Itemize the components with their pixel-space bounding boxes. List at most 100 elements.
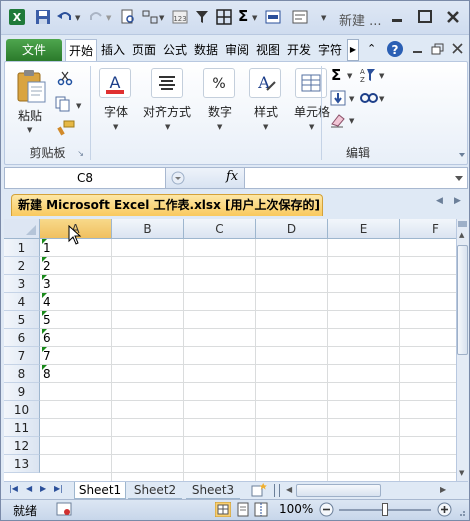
clear-dropdown-icon[interactable]: ▼ xyxy=(349,117,354,125)
clear-icon[interactable] xyxy=(329,112,347,128)
zoom-in-icon[interactable] xyxy=(437,502,452,517)
zoom-out-icon[interactable] xyxy=(319,502,334,517)
page-break-view-icon[interactable] xyxy=(253,502,269,517)
save-icon[interactable] xyxy=(34,8,52,26)
tab-review[interactable]: 审阅 xyxy=(222,39,252,61)
row-header-3[interactable]: 3 xyxy=(4,275,40,293)
excel-logo-icon[interactable]: X xyxy=(8,8,26,26)
cell-a6[interactable]: 6 xyxy=(42,329,112,347)
normal-view-icon[interactable] xyxy=(215,502,231,517)
customize-qat-icon[interactable]: ▼ xyxy=(321,14,326,22)
undo-dropdown-icon[interactable]: ▼ xyxy=(75,14,80,22)
filter-icon[interactable] xyxy=(194,8,212,26)
alignment-group[interactable]: 对齐方式 ▼ xyxy=(139,62,197,164)
next-sheet-icon[interactable]: ▶ xyxy=(40,484,46,493)
fill-icon[interactable] xyxy=(329,89,347,107)
copy-dropdown-icon[interactable]: ▼ xyxy=(76,102,81,110)
tab-file[interactable]: 文件 xyxy=(6,39,62,61)
scroll-down-icon[interactable]: ▼ xyxy=(459,469,464,477)
macro-record-icon[interactable] xyxy=(56,502,72,517)
vertical-scroll-thumb[interactable] xyxy=(457,245,468,355)
row-header-1[interactable]: 1 xyxy=(4,239,40,257)
help-icon[interactable]: ? xyxy=(386,40,404,58)
formula-input[interactable] xyxy=(246,168,446,188)
collapse-ribbon-icon[interactable]: ⌃ xyxy=(367,42,376,55)
column-header-e[interactable]: E xyxy=(328,219,400,239)
row-header-7[interactable]: 7 xyxy=(4,347,40,365)
workbook-tab[interactable]: 新建 Microsoft Excel 工作表.xlsx [用户上次保存的] xyxy=(11,194,323,216)
cell-a8[interactable]: 8 xyxy=(42,365,112,383)
select-all-corner[interactable] xyxy=(4,219,40,239)
cell-a2[interactable]: 2 xyxy=(42,257,112,275)
find-dropdown-icon[interactable]: ▼ xyxy=(379,95,384,103)
prev-sheet-icon[interactable]: ◀ xyxy=(26,484,32,493)
page-layout-view-icon[interactable] xyxy=(235,502,251,517)
ribbon-expand-icon[interactable] xyxy=(457,150,467,160)
workbook-minimize-icon[interactable] xyxy=(411,42,425,56)
last-sheet-icon[interactable]: ▶| xyxy=(54,484,63,493)
row-header-4[interactable]: 4 xyxy=(4,293,40,311)
scroll-up-icon[interactable]: ▲ xyxy=(459,231,464,239)
split-box-icon[interactable] xyxy=(458,221,467,227)
format-painter-icon[interactable] xyxy=(57,120,75,136)
borders-icon[interactable] xyxy=(215,8,233,26)
row-header-9[interactable]: 9 xyxy=(4,383,40,401)
autosum-icon[interactable]: Σ xyxy=(238,7,248,25)
clipboard-launcher-icon[interactable]: ↘ xyxy=(77,149,84,158)
tab-insert[interactable]: 插入 xyxy=(98,39,128,61)
close-button[interactable] xyxy=(439,4,467,30)
row-header-11[interactable]: 11 xyxy=(4,419,40,437)
tab-view[interactable]: 视图 xyxy=(253,39,283,61)
horizontal-scroll-thumb[interactable] xyxy=(296,484,381,497)
row-header-5[interactable]: 5 xyxy=(4,311,40,329)
maximize-button[interactable] xyxy=(411,4,439,30)
cell-a4[interactable]: 4 xyxy=(42,293,112,311)
number-group[interactable]: % 数字 ▼ xyxy=(197,62,243,164)
dropdown-circle-icon[interactable] xyxy=(170,170,186,186)
paste-dropdown-icon[interactable]: ▼ xyxy=(27,126,32,134)
tab-data[interactable]: 数据 xyxy=(191,39,221,61)
scroll-right-icon[interactable]: ▶ xyxy=(440,485,446,494)
cell-a7[interactable]: 7 xyxy=(42,347,112,365)
vertical-scrollbar[interactable]: ▲ ▼ xyxy=(456,219,468,481)
minimize-button[interactable] xyxy=(383,4,411,30)
font-group[interactable]: A 字体 ▼ xyxy=(93,62,139,164)
undo-icon[interactable] xyxy=(56,8,74,26)
workbook-next-icon[interactable]: ▶ xyxy=(454,196,461,206)
scroll-left-icon[interactable]: ◀ xyxy=(286,485,292,494)
sort-dropdown-icon[interactable]: ▼ xyxy=(379,72,384,80)
calendar-icon[interactable]: 123 xyxy=(171,8,189,26)
zoom-level[interactable]: 100% xyxy=(279,502,313,516)
spreadsheet-grid[interactable]: A B C D E F 1 2 3 4 5 6 7 8 9 10 11 12 13 1 2 3 4 5 6 7 8 xyxy=(4,219,456,481)
tab-characters[interactable]: 字符 xyxy=(315,39,345,61)
row-header-13[interactable]: 13 xyxy=(4,455,40,473)
row-header-6[interactable]: 6 xyxy=(4,329,40,347)
cell-a5[interactable]: 5 xyxy=(42,311,112,329)
autosum-dropdown-icon[interactable]: ▼ xyxy=(252,14,257,22)
merge-cells-icon[interactable] xyxy=(264,8,282,26)
workbook-close-icon[interactable] xyxy=(451,42,465,56)
autosum-icon[interactable]: Σ xyxy=(331,66,341,84)
zoom-slider-thumb[interactable] xyxy=(382,503,388,516)
layout-dropdown-icon[interactable]: ▼ xyxy=(159,14,164,22)
insert-sheet-icon[interactable] xyxy=(250,483,268,498)
formula-expand-icon[interactable] xyxy=(453,172,465,184)
paste-button-label[interactable]: 粘贴 xyxy=(15,107,45,124)
copy-icon[interactable] xyxy=(55,96,73,112)
insert-function-icon[interactable]: fx xyxy=(226,169,238,184)
tab-developer[interactable]: 开发 xyxy=(284,39,314,61)
redo-icon[interactable] xyxy=(87,8,105,26)
redo-dropdown-icon[interactable]: ▼ xyxy=(106,14,111,22)
sheet-tab-3[interactable]: Sheet3 xyxy=(186,482,240,499)
column-header-f[interactable]: F xyxy=(400,219,456,239)
column-header-d[interactable]: D xyxy=(256,219,328,239)
sheet-tab-2[interactable]: Sheet2 xyxy=(128,482,182,499)
cell-a3[interactable]: 3 xyxy=(42,275,112,293)
row-header-12[interactable]: 12 xyxy=(4,437,40,455)
wrap-text-icon[interactable] xyxy=(291,8,309,26)
autosum-dropdown-icon[interactable]: ▼ xyxy=(347,72,352,80)
styles-group[interactable]: A 样式 ▼ xyxy=(243,62,289,164)
first-sheet-icon[interactable]: |◀ xyxy=(9,484,18,493)
resize-grip-icon[interactable] xyxy=(456,507,466,517)
cut-icon[interactable] xyxy=(57,70,73,86)
